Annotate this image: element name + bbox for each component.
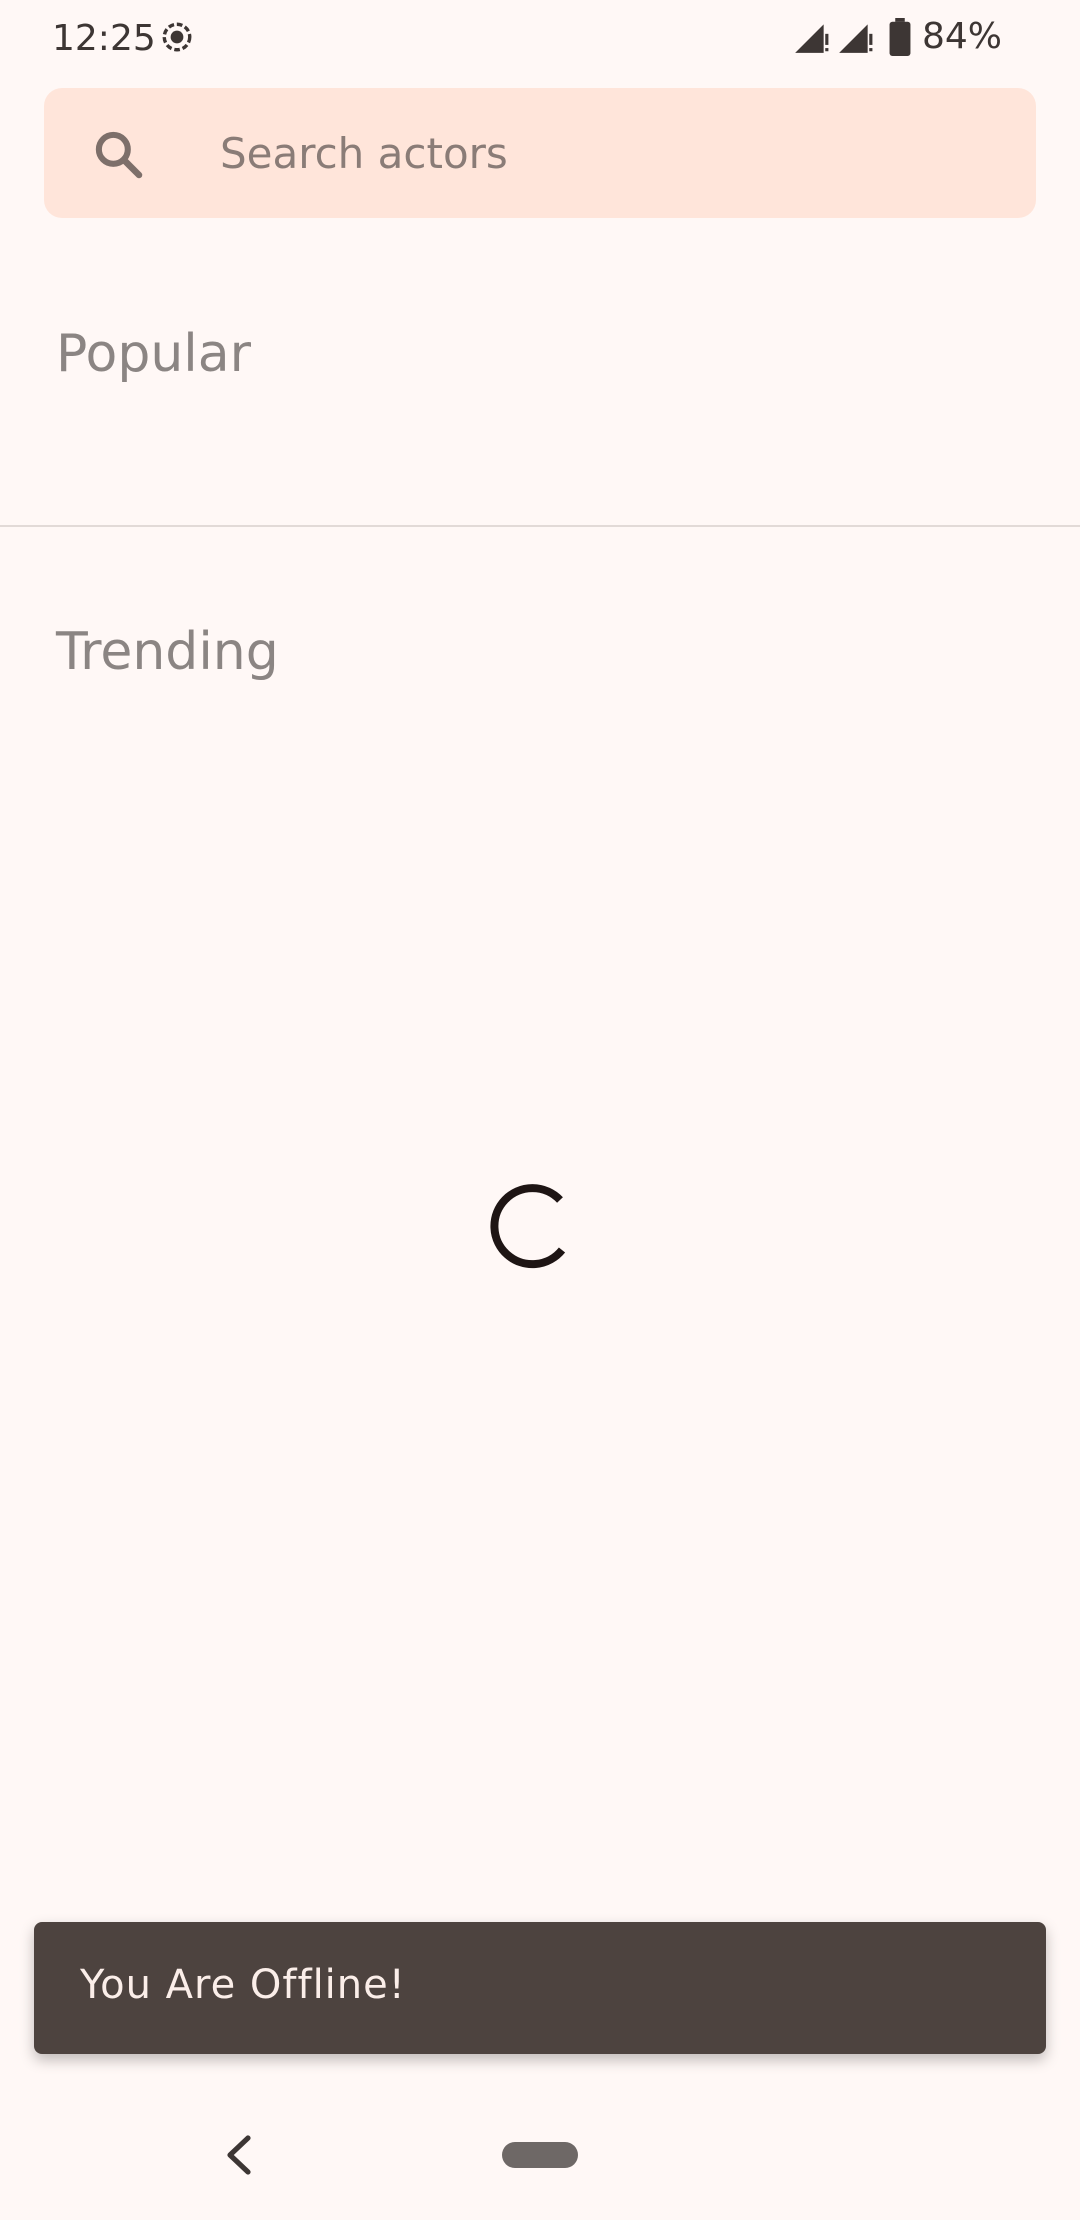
battery-percentage: 84% bbox=[921, 16, 1002, 57]
search-bar[interactable] bbox=[44, 88, 1036, 218]
section-divider bbox=[0, 525, 1080, 527]
status-bar: 12:25 84% bbox=[0, 0, 1080, 78]
home-pill[interactable] bbox=[502, 2142, 578, 2168]
trending-section-title: Trending bbox=[56, 622, 279, 682]
snackbar-message: You Are Offline! bbox=[80, 1962, 406, 2008]
loading-spinner bbox=[490, 1184, 566, 1269]
search-input[interactable] bbox=[220, 88, 1000, 218]
signal-icon bbox=[795, 23, 829, 53]
status-indicators: 84% bbox=[792, 16, 1002, 57]
popular-section-title: Popular bbox=[56, 324, 251, 384]
back-icon[interactable] bbox=[222, 2134, 256, 2176]
screen-record-icon bbox=[162, 22, 192, 52]
signal-icon bbox=[839, 23, 873, 53]
status-time: 12:25 bbox=[52, 18, 156, 59]
battery-icon bbox=[889, 17, 911, 56]
search-icon bbox=[95, 131, 143, 179]
offline-snackbar: You Are Offline! bbox=[34, 1922, 1046, 2054]
